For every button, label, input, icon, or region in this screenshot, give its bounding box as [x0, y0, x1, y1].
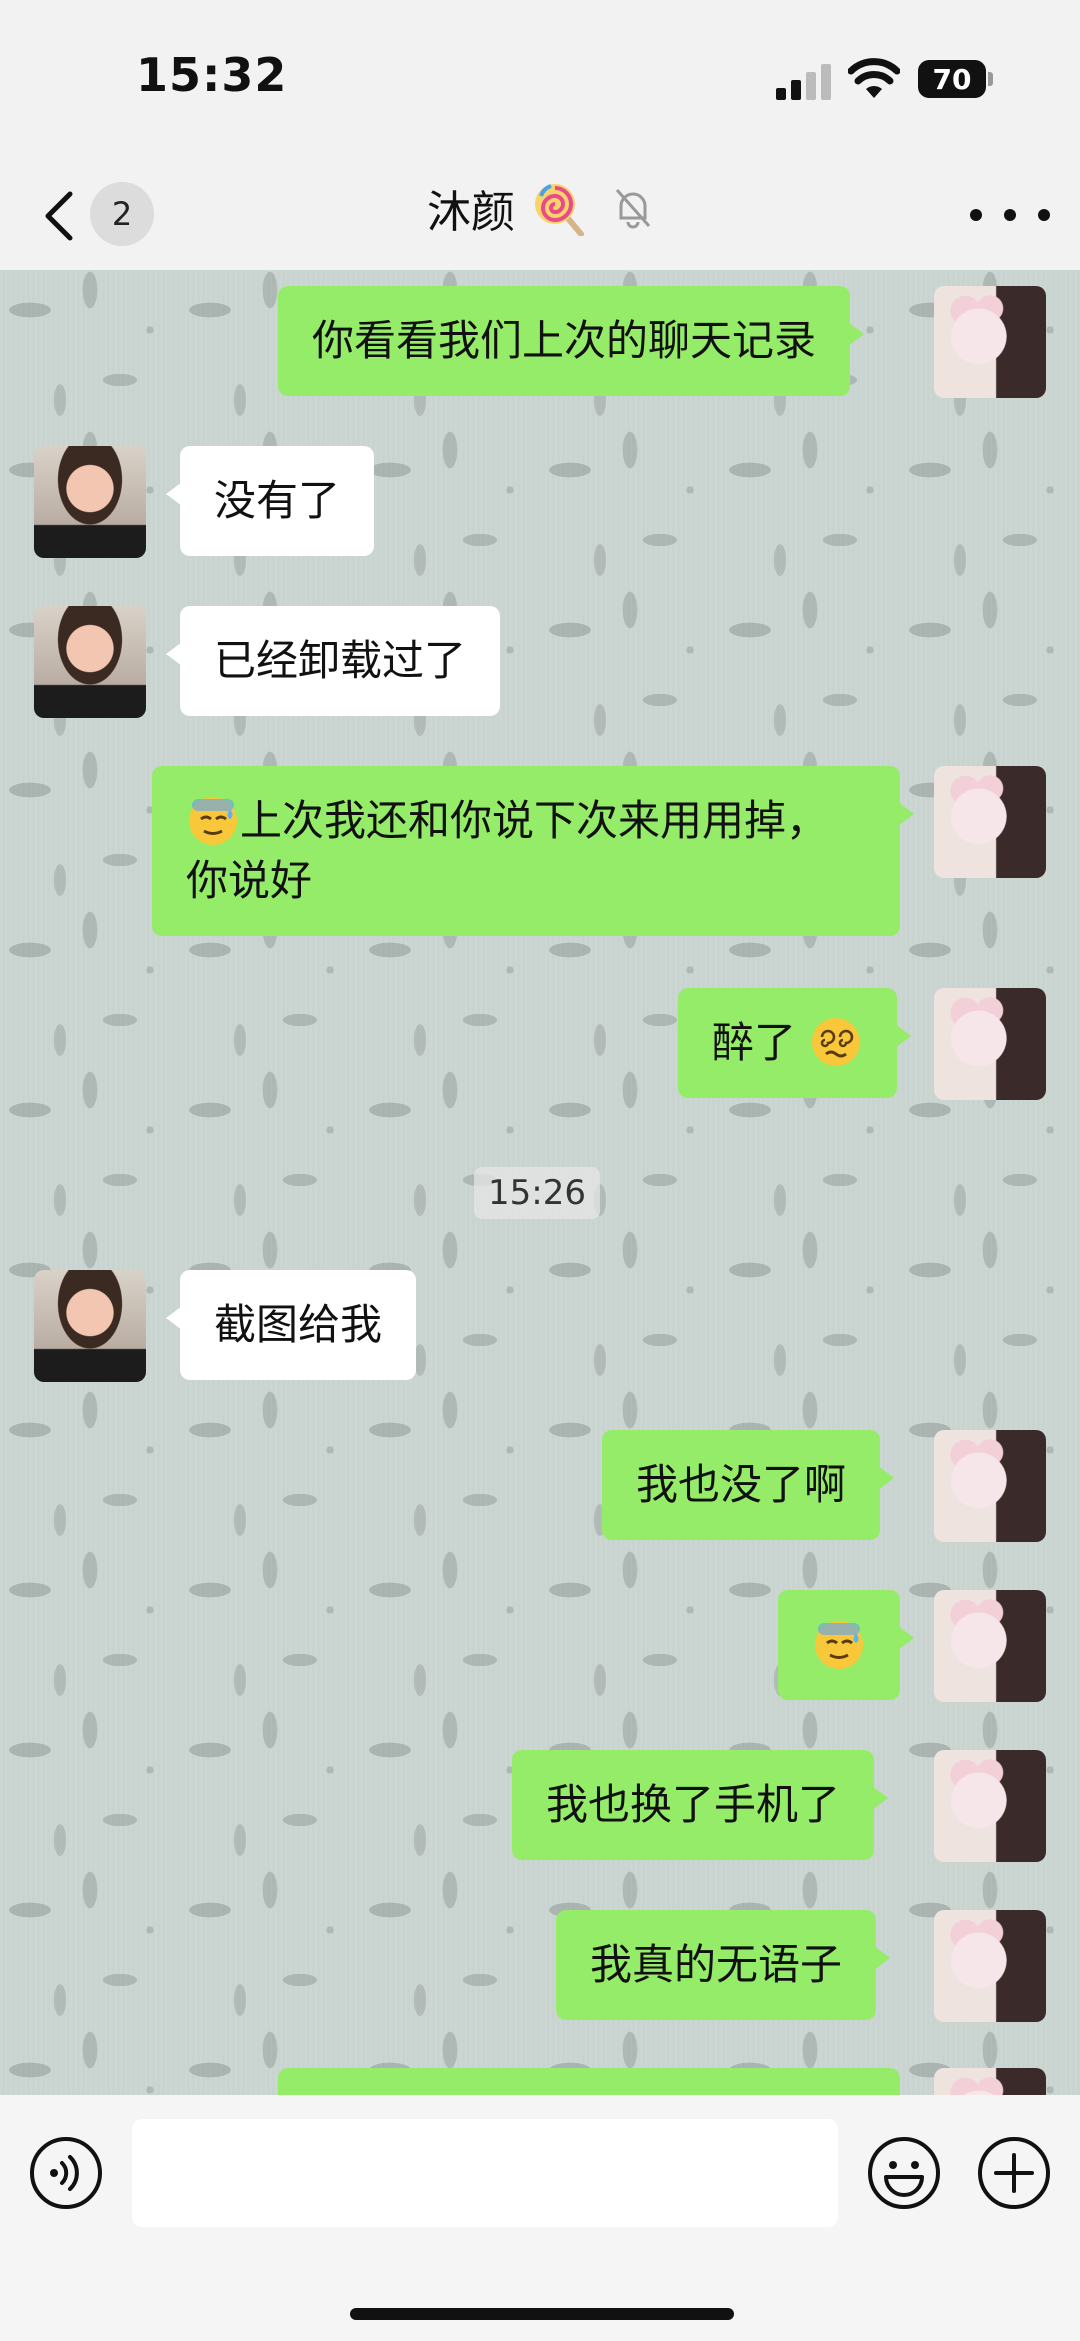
- timestamp-divider: 15:26: [474, 1167, 600, 1219]
- sweat-smile-icon: [815, 1621, 863, 1669]
- self-avatar[interactable]: [934, 988, 1046, 1100]
- message-bubble-incoming[interactable]: 没有了: [165, 446, 375, 556]
- self-avatar[interactable]: [934, 1430, 1046, 1542]
- input-bar: [0, 2095, 1080, 2341]
- self-avatar[interactable]: [934, 1750, 1046, 1862]
- chat-title[interactable]: 沐颜: [0, 176, 1080, 240]
- more-dot-icon: [970, 209, 982, 221]
- battery-cap: [988, 72, 993, 86]
- chat-screen: 15:32 70 2 沐颜 你看看我们上次的聊天记录 没有了 已经卸载过了 上次…: [0, 0, 1080, 2341]
- message-text: 截图给我: [214, 1300, 383, 1349]
- message-text: 我也没了啊: [636, 1460, 847, 1509]
- message-text: 我也换了手机了: [546, 1780, 841, 1829]
- plus-icon[interactable]: [976, 2135, 1052, 2211]
- message-bubble-outgoing[interactable]: 你看看我们上次的聊天记录: [278, 286, 865, 396]
- message-bubble-incoming[interactable]: 截图给我: [165, 1270, 417, 1380]
- voice-input-icon[interactable]: [28, 2135, 104, 2211]
- message-bubble-outgoing[interactable]: 我也换了手机了: [512, 1750, 889, 1860]
- self-avatar[interactable]: [934, 1910, 1046, 2022]
- battery-indicator: 70: [918, 60, 986, 98]
- message-bubble-incoming[interactable]: 已经卸载过了: [165, 606, 501, 716]
- emoji-icon[interactable]: [866, 2135, 942, 2211]
- message-bubble-outgoing[interactable]: [778, 1590, 914, 1700]
- message-text: 已经卸载过了: [214, 636, 467, 685]
- status-bar: 15:32 70: [0, 0, 1080, 160]
- message-text: 我真的无语子: [590, 1940, 843, 1989]
- contact-avatar[interactable]: [34, 446, 146, 558]
- message-list[interactable]: 你看看我们上次的聊天记录 没有了 已经卸载过了 上次我还和你说下次来用用掉，你说…: [0, 270, 1080, 2095]
- message-bubble-outgoing[interactable]: 醉了: [678, 988, 912, 1098]
- more-dot-icon: [1038, 209, 1050, 221]
- cellular-signal-icon: [776, 64, 831, 100]
- message-text: 上次我还和你说下次来用用掉，你说好: [186, 796, 829, 905]
- more-dot-icon: [1004, 209, 1016, 221]
- message-bubble-outgoing-partial[interactable]: [278, 2068, 900, 2095]
- wifi-icon: [848, 58, 900, 98]
- dizzy-face-icon: [812, 1018, 861, 1066]
- bell-off-icon: [615, 189, 651, 229]
- status-time: 15:32: [136, 48, 288, 102]
- contact-avatar[interactable]: [34, 606, 146, 718]
- self-avatar[interactable]: [934, 1590, 1046, 1702]
- sweat-smile-icon: [189, 797, 237, 845]
- message-bubble-outgoing[interactable]: 上次我还和你说下次来用用掉，你说好: [152, 766, 914, 936]
- message-input[interactable]: [132, 2119, 838, 2227]
- lollipop-icon: [535, 184, 584, 236]
- contact-avatar[interactable]: [34, 1270, 146, 1382]
- self-avatar[interactable]: [934, 2068, 1046, 2095]
- message-bubble-outgoing[interactable]: 我也没了啊: [602, 1430, 895, 1540]
- message-text: 醉了: [712, 1018, 797, 1067]
- more-options-button[interactable]: [970, 190, 1050, 240]
- message-text: 你看看我们上次的聊天记录: [312, 316, 817, 365]
- chat-header: 2 沐颜: [0, 160, 1080, 270]
- contact-name: 沐颜: [427, 187, 515, 238]
- self-avatar[interactable]: [934, 766, 1046, 878]
- home-indicator[interactable]: [350, 2308, 734, 2320]
- message-text: 没有了: [214, 476, 341, 525]
- self-avatar[interactable]: [934, 286, 1046, 398]
- message-bubble-outgoing[interactable]: 我真的无语子: [556, 1910, 891, 2020]
